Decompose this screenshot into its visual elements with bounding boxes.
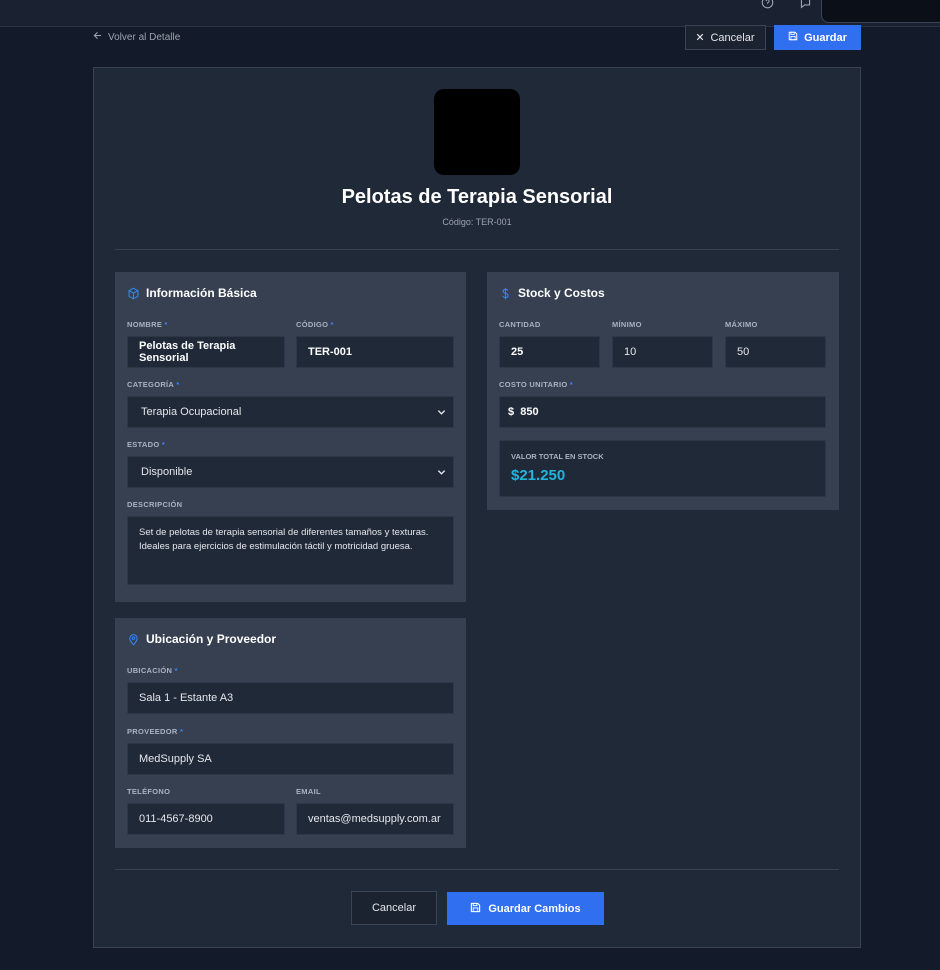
email-label: EMAIL (296, 787, 321, 796)
save-button-label: Guardar (804, 31, 847, 44)
description-label: DESCRIPCIÓN (127, 500, 183, 509)
code-input[interactable]: TER-001 (296, 336, 454, 368)
browser-topbar (0, 0, 940, 27)
chevron-down-icon (437, 408, 446, 417)
cube-icon (127, 287, 140, 300)
category-label: CATEGORÍA * (127, 380, 180, 389)
total-stock-value-box: VALOR TOTAL EN STOCK $21.250 (499, 440, 826, 497)
back-link-label: Volver al Detalle (108, 31, 181, 43)
arrow-left-icon (93, 31, 102, 43)
location-supplier-panel: Ubicación y Proveedor UBICACIÓN * Sala 1… (115, 618, 466, 848)
close-icon (696, 32, 704, 44)
footer-divider (115, 869, 839, 870)
product-title: Pelotas de Terapia Sensorial (341, 186, 613, 208)
location-supplier-title-text: Ubicación y Proveedor (146, 632, 277, 646)
stock-costs-title: Stock y Costos (499, 286, 605, 300)
code-input-value: TER-001 (308, 346, 353, 358)
quantity-input-value: 25 (511, 346, 524, 358)
email-input[interactable]: ventas@medsupply.com.ar (296, 803, 454, 835)
supplier-input-value: MedSupply SA (139, 753, 212, 765)
name-input-value: Pelotas de Terapia Sensorial (139, 340, 236, 364)
location-input[interactable]: Sala 1 - Estante A3 (127, 682, 454, 714)
quantity-input[interactable]: 25 (499, 336, 600, 368)
total-stock-value: $21.250 (511, 467, 566, 484)
map-pin-icon (127, 633, 140, 646)
save-changes-button[interactable]: Guardar Cambios (447, 892, 604, 925)
email-input-value: ventas@medsupply.com.ar (308, 813, 441, 825)
max-input[interactable]: 50 (725, 336, 826, 368)
category-select[interactable]: Terapia Ocupacional (127, 396, 454, 428)
status-select-value: Disponible (141, 466, 193, 478)
max-input-value: 50 (737, 346, 750, 358)
min-input-value: 10 (624, 346, 637, 358)
phone-input-value: 011-4567-8900 (139, 813, 213, 825)
phone-input[interactable]: 011-4567-8900 (127, 803, 285, 835)
stock-costs-panel: Stock y Costos CANTIDAD 25 MÍNIMO 10 MÁX… (487, 272, 839, 510)
stock-costs-title-text: Stock y Costos (518, 286, 605, 300)
description-textarea[interactable]: Set de pelotas de terapia sensorial de d… (127, 516, 454, 585)
status-select[interactable]: Disponible (127, 456, 454, 488)
product-image[interactable] (434, 89, 520, 175)
chat-icon[interactable] (797, 0, 813, 12)
status-label: ESTADO * (127, 440, 166, 449)
cancel-button[interactable]: Cancelar (685, 25, 766, 50)
chevron-down-icon (437, 468, 446, 477)
notification-popup (821, 0, 940, 23)
name-label: NOMBRE * (127, 320, 168, 329)
location-supplier-title: Ubicación y Proveedor (127, 632, 276, 646)
header-divider (115, 249, 839, 250)
max-label: MÁXIMO (725, 320, 758, 329)
unit-cost-input-value: $ 850 (508, 406, 539, 418)
quantity-label: CANTIDAD (499, 320, 541, 329)
save-changes-label: Guardar Cambios (488, 902, 581, 915)
unit-cost-input[interactable]: $ 850 (499, 396, 826, 428)
unit-cost-label: COSTO UNITARIO * (499, 380, 574, 389)
supplier-input[interactable]: MedSupply SA (127, 743, 454, 775)
product-code: Código: TER-001 (442, 217, 512, 227)
save-icon (788, 31, 798, 44)
cancel-button-label: Cancelar (710, 31, 755, 44)
category-select-value: Terapia Ocupacional (141, 406, 242, 418)
code-label: CÓDIGO * (296, 320, 334, 329)
description-textarea-value: Set de pelotas de terapia sensorial de d… (139, 527, 429, 552)
name-input[interactable]: Pelotas de Terapia Sensorial (127, 336, 285, 368)
min-input[interactable]: 10 (612, 336, 713, 368)
footer-cancel-button[interactable]: Cancelar (351, 891, 437, 925)
edit-product-card: Pelotas de Terapia Sensorial Código: TER… (93, 67, 861, 948)
save-button[interactable]: Guardar (774, 25, 861, 50)
footer-cancel-label: Cancelar (371, 902, 417, 914)
back-to-detail-link[interactable]: Volver al Detalle (93, 30, 180, 44)
min-label: MÍNIMO (612, 320, 642, 329)
basic-info-panel: Información Básica NOMBRE * Pelotas de T… (115, 272, 466, 602)
dollar-icon (499, 287, 512, 300)
total-stock-label: VALOR TOTAL EN STOCK (511, 452, 604, 461)
save-icon (470, 902, 481, 916)
location-input-value: Sala 1 - Estante A3 (139, 692, 234, 704)
phone-label: TELÉFONO (127, 787, 171, 796)
help-icon[interactable] (759, 0, 775, 12)
location-label: UBICACIÓN * (127, 666, 178, 675)
basic-info-title: Información Básica (127, 286, 257, 300)
basic-info-title-text: Información Básica (146, 286, 257, 300)
supplier-label: PROVEEDOR * (127, 727, 184, 736)
